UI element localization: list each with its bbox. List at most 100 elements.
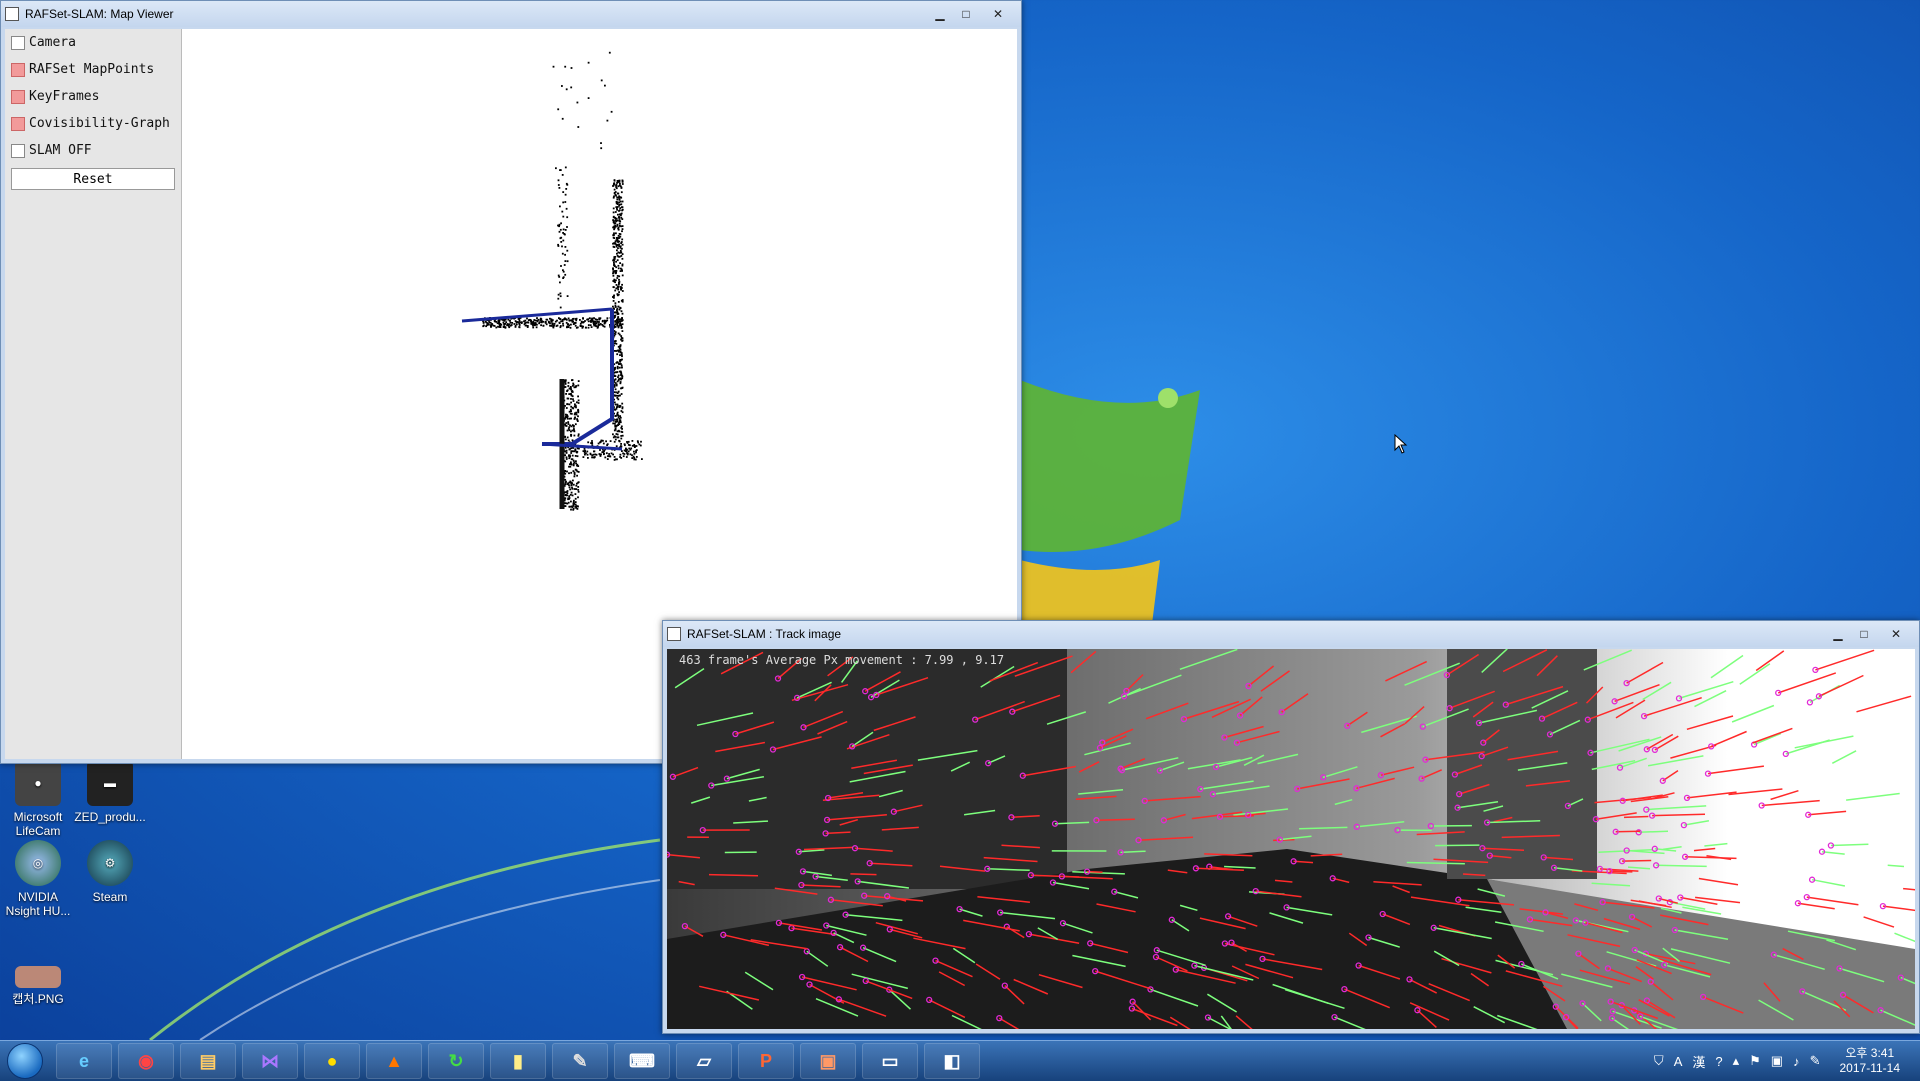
map-point [553,327,555,329]
map-point [613,232,615,234]
map-point [573,500,575,502]
taskbar-kakaotalk[interactable]: ● [304,1043,360,1079]
image-file-icon [15,966,61,988]
option-mappoints[interactable]: RAFSet MapPoints [5,56,181,83]
map-point [558,179,560,181]
map-point [616,418,618,420]
map-point [534,324,536,326]
map-viewer-titlebar[interactable]: RAFSet-SLAM: Map Viewer ▁ □ ✕ [1,1,1021,27]
map-point [511,322,513,324]
map-point [564,318,566,320]
ime-a-indicator[interactable]: A [1674,1054,1683,1069]
close-button[interactable]: ✕ [979,5,1017,23]
map-point [610,440,612,442]
map-point [572,488,574,490]
option-label: SLAM OFF [29,143,92,158]
map-point [618,244,620,246]
taskbar-tablet[interactable]: ▱ [676,1043,732,1079]
volume-icon[interactable]: ♪ [1793,1054,1800,1069]
checkbox[interactable] [11,144,25,158]
map-point [613,286,615,288]
map-point [574,474,576,476]
map-point [560,241,562,243]
map-point [619,354,621,356]
taskbar-ie[interactable]: e [56,1043,112,1079]
option-camera[interactable]: Camera [5,29,181,56]
map-point [622,340,624,342]
desktop-icon-steam[interactable]: ⚙ Steam [72,840,148,904]
taskbar-chrome[interactable]: ◉ [118,1043,174,1079]
map-point [565,447,567,449]
map-point [511,324,513,326]
option-slam-off[interactable]: SLAM OFF [5,137,181,164]
shield-icon[interactable]: ⛉ [1654,1053,1664,1069]
map-point [612,267,614,269]
desktop-icon-nvidia-nsight[interactable]: ◎ NVIDIA Nsight HU... [0,840,76,918]
checkbox[interactable] [11,36,25,50]
maximize-button[interactable]: □ [953,5,979,23]
flag-icon[interactable]: ⚑ [1749,1053,1761,1069]
map-point [559,206,561,208]
map-point [552,319,554,321]
map-point [619,183,621,185]
help-icon[interactable]: ? [1715,1054,1722,1069]
map-point [555,167,557,169]
maximize-button[interactable]: □ [1851,625,1877,643]
map-point [575,455,577,457]
clock[interactable]: 오후 3:41 2017-11-14 [1840,1046,1901,1076]
taskbar-powerpoint[interactable]: P [738,1043,794,1079]
minimize-button[interactable]: ▁ [927,5,953,23]
option-keyframes[interactable]: KeyFrames [5,83,181,110]
checkbox[interactable] [11,117,25,131]
taskbar-matlab[interactable]: ▲ [366,1043,422,1079]
map-point [566,456,568,458]
map-point [541,322,543,324]
taskbar-cmd[interactable]: ▭ [862,1043,918,1079]
map-point [620,289,622,291]
map-point [583,321,585,323]
taskbar-explorer[interactable]: ▤ [180,1043,236,1079]
chevron-up-icon[interactable]: ▴ [1733,1053,1740,1069]
taskbar-photos[interactable]: ▣ [800,1043,856,1079]
map-point [615,288,617,290]
map-point [617,398,619,400]
taskbar-sticky-notes[interactable]: ▮ [490,1043,546,1079]
desktop-icon-capture-png[interactable]: 캡처.PNG [0,966,76,1006]
map-point [560,320,562,322]
map-point [613,212,615,214]
network-icon[interactable]: ▣ [1771,1053,1783,1069]
checkbox[interactable] [11,63,25,77]
map-point [634,453,636,455]
map-point [619,307,621,309]
map-point [617,381,619,383]
taskbar-visual-studio[interactable]: ⋈ [242,1043,298,1079]
close-button[interactable]: ✕ [1877,625,1915,643]
minimize-button[interactable]: ▁ [1825,625,1851,643]
track-image-window[interactable]: RAFSet-SLAM : Track image ▁ □ ✕ 463 fram… [662,620,1920,1034]
map-point [573,503,575,505]
map-point [600,455,602,457]
taskbar-window[interactable]: ◧ [924,1043,980,1079]
pen-icon[interactable]: ✎ [1810,1053,1821,1069]
map-point [564,254,566,256]
map-point [577,385,579,387]
checkbox[interactable] [11,90,25,104]
map-point [612,185,614,187]
map-point [584,448,586,450]
desktop-icon-zed[interactable]: ▬ ZED_produ... [72,760,148,824]
start-button[interactable] [0,1041,50,1081]
taskbar-hotkey[interactable]: ⌨ [614,1043,670,1079]
map-point [620,371,622,373]
map-point [570,450,572,452]
desktop-icon-microsoft-lifecam[interactable]: ● Microsoft LifeCam [0,760,76,838]
track-image-titlebar[interactable]: RAFSet-SLAM : Track image ▁ □ ✕ [663,621,1919,647]
map-point [618,229,620,231]
steam-icon: ⚙ [87,840,133,886]
reset-button[interactable]: Reset [11,168,175,190]
map-point [543,325,545,327]
map-point [618,241,620,243]
option-covisibility-graph[interactable]: Covisibility-Graph [5,110,181,137]
ime-han-indicator[interactable]: 漢 [1692,1052,1705,1071]
taskbar-paint[interactable]: ✎ [552,1043,608,1079]
taskbar-green-app[interactable]: ↻ [428,1043,484,1079]
